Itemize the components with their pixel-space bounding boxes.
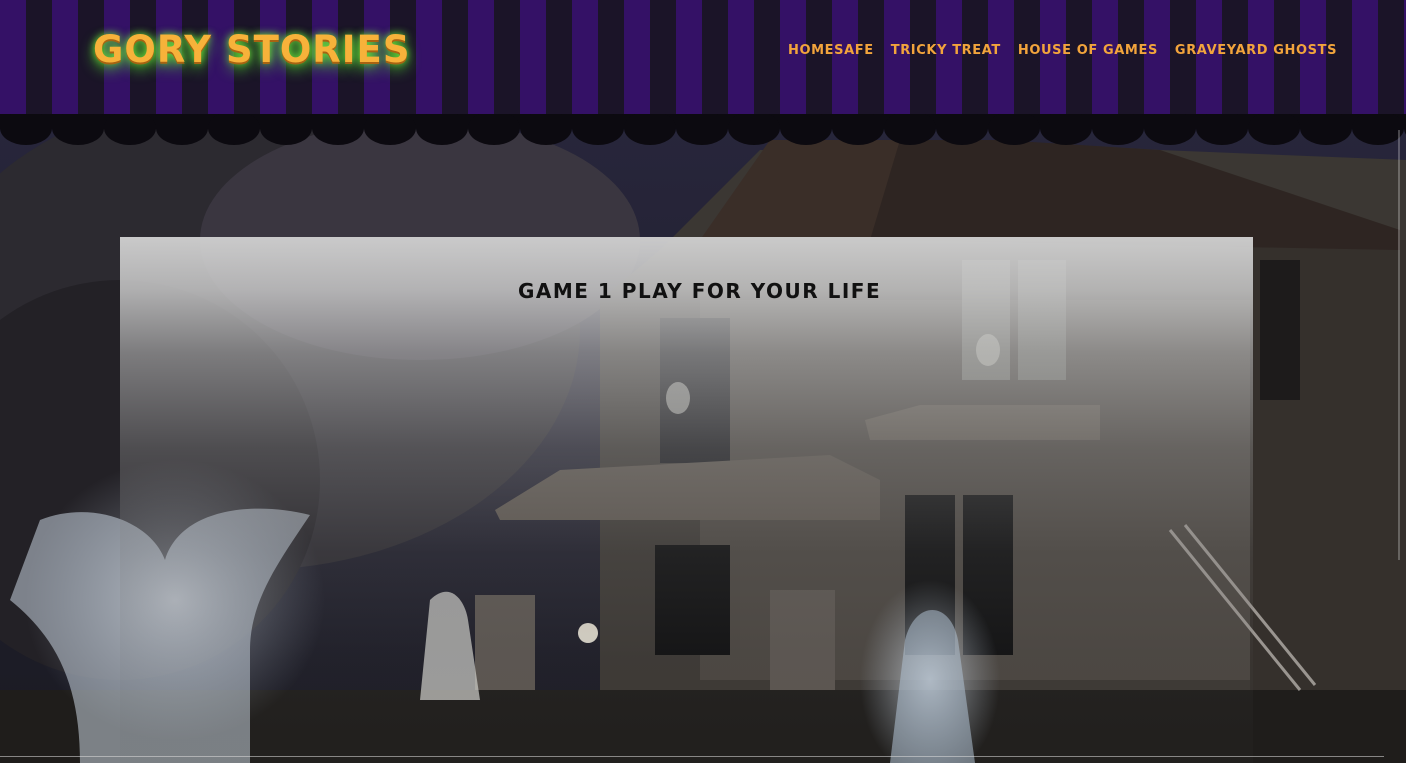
- page-title: GAME 1 PLAY FOR YOUR LIFE: [518, 279, 882, 303]
- main-navigation: HOMESAFE TRICKY TREAT HOUSE OF GAMES GRA…: [788, 43, 1337, 58]
- site-header: GORY STORIES HOMESAFE TRICKY TREAT HOUSE…: [0, 0, 1406, 116]
- nav-link-house-of-games[interactable]: HOUSE OF GAMES: [1018, 43, 1158, 58]
- scallop-shape: [156, 111, 208, 145]
- game-content-panel: GAME 1 PLAY FOR YOUR LIFE: [120, 237, 1253, 763]
- scallop-shape: [104, 111, 156, 145]
- scallop-shape: [572, 111, 624, 145]
- scallop-shape: [988, 111, 1040, 145]
- scallop-shape: [624, 111, 676, 145]
- scallop-shape: [936, 111, 988, 145]
- scallop-shape: [520, 111, 572, 145]
- scallop-shape: [1352, 111, 1404, 145]
- scallop-shape: [1144, 111, 1196, 145]
- scallop-shape: [208, 111, 260, 145]
- scallop-shape: [728, 111, 780, 145]
- scallop-shape: [1040, 111, 1092, 145]
- scallop-shape: [1092, 111, 1144, 145]
- scallop-shape: [884, 111, 936, 145]
- scallop-shape: [1248, 111, 1300, 145]
- scallop-shape: [1300, 111, 1352, 145]
- scallop-shape: [312, 111, 364, 145]
- nav-link-homesafe[interactable]: HOMESAFE: [788, 43, 874, 58]
- nav-link-tricky-treat[interactable]: TRICKY TREAT: [891, 43, 1001, 58]
- scallop-shape: [676, 111, 728, 145]
- scallop-shape: [832, 111, 884, 145]
- scallop-shape: [780, 111, 832, 145]
- nav-link-graveyard-ghosts[interactable]: GRAVEYARD GHOSTS: [1175, 43, 1337, 58]
- site-logo[interactable]: GORY STORIES: [93, 28, 411, 74]
- scallop-shape: [468, 111, 520, 145]
- scallop-shape: [0, 111, 52, 145]
- scallop-shape: [260, 111, 312, 145]
- scallop-shape: [364, 111, 416, 145]
- scallop-shape: [416, 111, 468, 145]
- header-scallop-edge: [0, 111, 1406, 148]
- scallop-shape: [52, 111, 104, 145]
- bottom-divider: [0, 756, 1384, 757]
- page-scrollbar[interactable]: [1398, 130, 1400, 560]
- scallop-shape: [1196, 111, 1248, 145]
